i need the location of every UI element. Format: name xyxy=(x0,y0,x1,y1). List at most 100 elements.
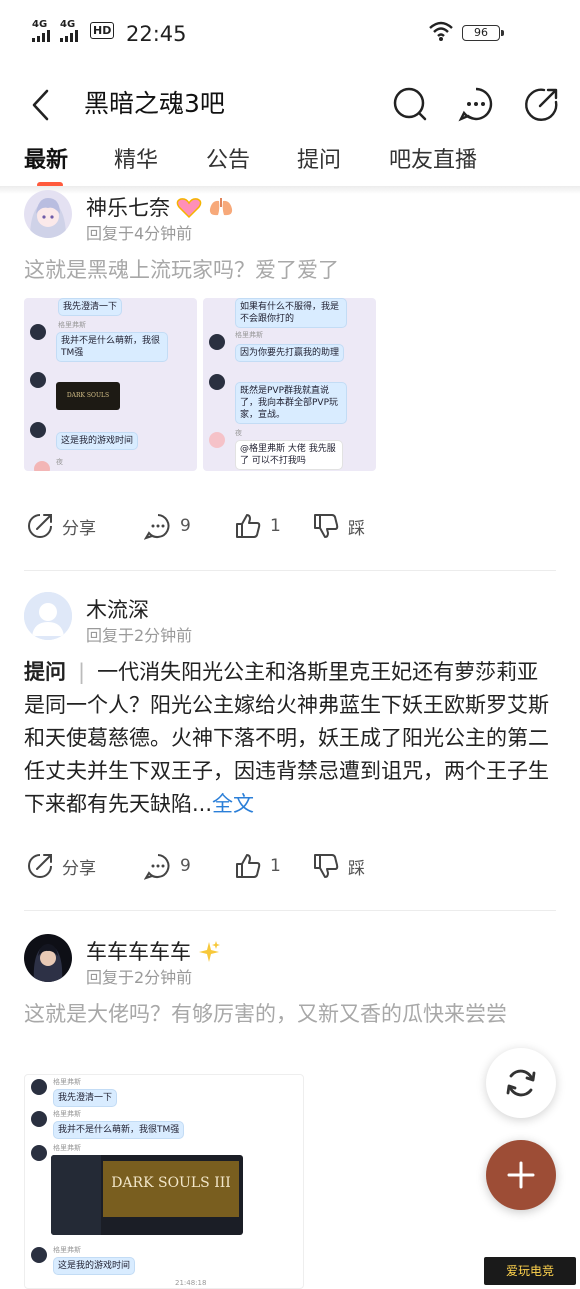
status-bar: 4G 4G HD 22:45 96 xyxy=(0,0,580,66)
comment-icon xyxy=(144,514,170,540)
chat-bubble: 我并不是什么萌新，我很TM强 xyxy=(53,1121,185,1139)
tabs-divider xyxy=(0,186,580,194)
post-text[interactable]: 这就是大佬吗？有够厉害的，又新又香的瓜快来尝尝 xyxy=(24,998,556,1031)
tab-live[interactable]: 吧友直播 xyxy=(389,146,477,176)
search-icon[interactable] xyxy=(392,86,428,122)
username[interactable]: 木流深 xyxy=(86,596,149,624)
username[interactable]: 车车车车车 xyxy=(86,938,221,966)
chat-name: 格里弗斯 xyxy=(53,1246,81,1254)
chat-bubble: 我先澄清一下 xyxy=(58,298,123,316)
share-icon[interactable] xyxy=(524,86,560,122)
like-count: 1 xyxy=(270,516,281,536)
chat-timestamp: 21:48:18 xyxy=(175,1279,207,1287)
post-image[interactable]: 我先澄清一下 格里弗斯 我并不是什么萌新，我很TM强 DARK SOULS 这是… xyxy=(24,298,197,471)
chat-avatar xyxy=(209,432,225,448)
refresh-icon xyxy=(506,1069,536,1097)
post-divider xyxy=(24,570,556,571)
plus-icon xyxy=(507,1161,535,1189)
reply-time: 回复于2分钟前 xyxy=(86,968,193,987)
chat-name: 格里弗斯 xyxy=(53,1078,81,1086)
chat-avatar xyxy=(209,374,225,390)
chat-name: 格里弗斯 xyxy=(235,331,263,339)
reply-time: 回复于4分钟前 xyxy=(86,224,193,243)
chat-avatar xyxy=(30,372,46,388)
chat-bubble: @格里弗斯 大佬 我先服了 可以不打我吗 xyxy=(235,440,343,470)
back-icon[interactable] xyxy=(30,88,50,122)
signal-icon-2 xyxy=(60,30,78,42)
chat-bubble: 既然是PVP群我就直说了，我向本群全部PVP玩家，宣战。 xyxy=(235,382,347,424)
like-action[interactable]: 1 xyxy=(234,512,281,540)
battery-indicator: 96 xyxy=(462,25,504,41)
chat-bubble: 这是我的游戏时间 xyxy=(53,1257,136,1275)
like-action[interactable]: 1 xyxy=(234,852,281,880)
tab-questions[interactable]: 提问 xyxy=(297,146,341,176)
post-actions: 分享 9 1 踩 xyxy=(0,852,580,884)
thumbs-up-icon xyxy=(236,514,261,538)
share-action[interactable]: 分享 xyxy=(26,852,96,880)
chat-avatar xyxy=(31,1247,47,1263)
chat-name: 夜 xyxy=(235,429,242,437)
username[interactable]: 神乐七奈 xyxy=(86,194,234,222)
avatar[interactable] xyxy=(24,934,72,982)
tag-separator: | xyxy=(78,660,86,684)
dislike-action[interactable]: 踩 xyxy=(312,512,365,540)
post-text[interactable]: 这就是黑魂上流玩家吗？爱了爱了 xyxy=(24,254,556,287)
watermark-logo: 爱玩电竞 xyxy=(484,1257,576,1285)
tab-latest[interactable]: 最新 xyxy=(24,146,68,176)
share-icon xyxy=(28,854,52,878)
signal-label-2: 4G xyxy=(60,19,76,30)
tab-announcements[interactable]: 公告 xyxy=(206,146,250,176)
game-thumbnail: DARK SOULS xyxy=(56,382,120,410)
share-label: 分享 xyxy=(62,858,96,879)
refresh-button[interactable] xyxy=(486,1048,556,1118)
post-divider xyxy=(24,910,556,911)
comment-action[interactable]: 9 xyxy=(144,852,191,880)
chat-bubble: 我先澄清一下 xyxy=(53,1089,118,1107)
chat-bubble: 因为你要先打赢我的助理 xyxy=(235,344,345,362)
like-count: 1 xyxy=(270,856,281,876)
heart-badge-icon xyxy=(176,198,202,219)
tab-featured[interactable]: 精华 xyxy=(114,146,158,176)
chat-avatar xyxy=(30,324,46,340)
status-time: 22:45 xyxy=(126,22,187,46)
thumbs-down-icon xyxy=(314,854,339,878)
signal-icon xyxy=(32,30,50,42)
post-image[interactable]: 格里弗斯 我先澄清一下 格里弗斯 我并不是什么萌新，我很TM强 格里弗斯 DAR… xyxy=(24,1074,304,1289)
dislike-action[interactable]: 踩 xyxy=(312,852,365,880)
comment-count: 9 xyxy=(180,856,191,876)
sparkle-icon xyxy=(199,941,220,962)
chat-name: 格里弗斯 xyxy=(53,1144,81,1152)
thumbs-up-icon xyxy=(236,854,261,878)
post-actions: 分享 9 1 踩 xyxy=(0,512,580,544)
read-more-link[interactable]: 全文 xyxy=(212,792,254,816)
top-bar: 黑暗之魂3吧 xyxy=(0,66,580,146)
chat-avatar xyxy=(31,1079,47,1095)
page-title: 黑暗之魂3吧 xyxy=(84,89,225,118)
create-post-button[interactable] xyxy=(486,1140,556,1210)
signal-label: 4G xyxy=(32,19,48,30)
username-text: 木流深 xyxy=(86,598,149,622)
comment-count: 9 xyxy=(180,516,191,536)
username-text: 神乐七奈 xyxy=(86,196,170,220)
comment-action[interactable]: 9 xyxy=(144,512,191,540)
dislike-label: 踩 xyxy=(348,858,365,879)
wifi-icon xyxy=(429,21,453,41)
chat-avatar xyxy=(34,461,50,471)
post-text[interactable]: 提问 | 一代消失阳光公主和洛斯里克王妃还有萝莎莉亚是同一个人？阳光公主嫁给火神弗蓝… xyxy=(24,656,556,821)
chat-bubble: 这是我的游戏时间 xyxy=(56,432,139,450)
avatar[interactable] xyxy=(24,190,72,238)
chat-avatar xyxy=(31,1111,47,1127)
chat-bubble: 如果有什么不服得，我是不会跟你打的 xyxy=(235,298,347,328)
chat-avatar xyxy=(209,334,225,350)
game-logo: DARK SOULS III xyxy=(111,1175,231,1191)
chat-name: 格里弗斯 xyxy=(58,321,86,329)
dislike-label: 踩 xyxy=(348,518,365,539)
avatar[interactable] xyxy=(24,592,72,640)
post-body: 一代消失阳光公主和洛斯里克王妃还有萝莎莉亚是同一个人？阳光公主嫁给火神弗蓝生下妖… xyxy=(24,660,549,816)
more-icon[interactable] xyxy=(458,86,494,122)
share-action[interactable]: 分享 xyxy=(26,512,96,540)
reply-time: 回复于2分钟前 xyxy=(86,626,193,645)
post-image[interactable]: 如果有什么不服得，我是不会跟你打的 格里弗斯 因为你要先打赢我的助理 既然是PV… xyxy=(203,298,376,471)
lungs-icon xyxy=(209,198,233,216)
share-icon xyxy=(28,514,52,538)
